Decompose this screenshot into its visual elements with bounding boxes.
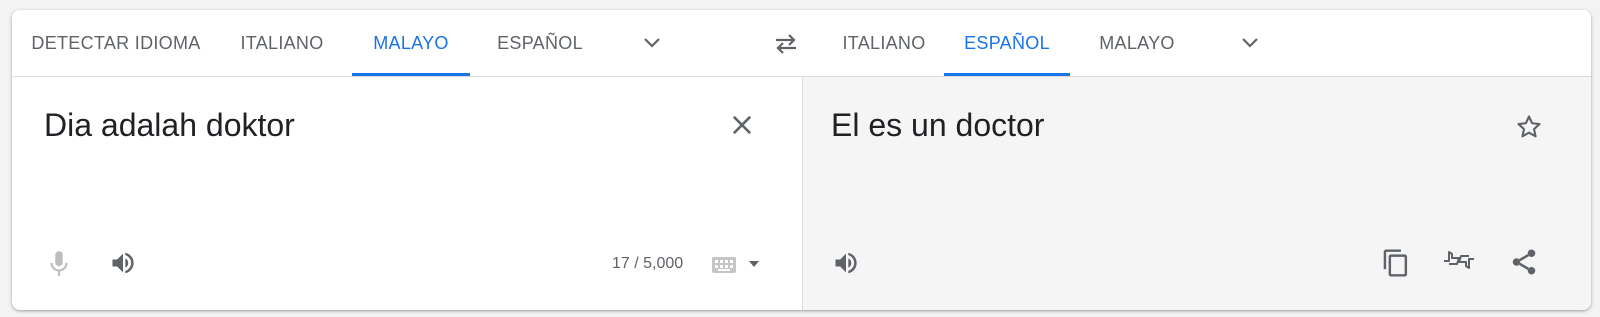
share-icon[interactable] [1509,247,1539,277]
chevron-down-icon[interactable] [1238,31,1262,55]
keyboard-options-icon[interactable] [748,259,760,269]
thumbs-feedback-icon[interactable] [1441,247,1477,277]
tab-source-italiano[interactable]: Italiano [222,10,342,76]
translation-pane: El es un doctor [802,77,1591,310]
character-count: 17 / 5,000 [612,255,684,272]
tab-target-italiano[interactable]: Italiano [824,10,944,76]
star-icon[interactable] [1515,113,1543,141]
source-text-input[interactable]: Dia adalah doktor [44,107,295,144]
close-icon[interactable] [728,111,756,139]
tab-target-espanol[interactable]: Español [944,10,1070,76]
tab-source-malayo[interactable]: Malayo [352,10,470,76]
language-tabs-bar: Detectar idioma Italiano Malayo Español … [12,10,1591,77]
copy-icon[interactable] [1381,247,1411,279]
chevron-down-icon[interactable] [640,31,664,55]
translated-text: El es un doctor [831,107,1045,143]
tab-target-malayo[interactable]: Malayo [1078,10,1196,76]
source-pane: Dia adalah doktor 17 / 5,000 [12,77,802,310]
tab-detect-language[interactable]: Detectar idioma [20,10,212,76]
microphone-icon[interactable] [46,249,72,279]
speaker-icon[interactable] [831,249,861,277]
swap-languages-icon[interactable] [772,31,800,55]
keyboard-icon[interactable] [712,257,736,273]
translate-card: Detectar idioma Italiano Malayo Español … [12,10,1591,310]
tab-source-espanol[interactable]: Español [480,10,600,76]
speaker-icon[interactable] [108,249,138,277]
